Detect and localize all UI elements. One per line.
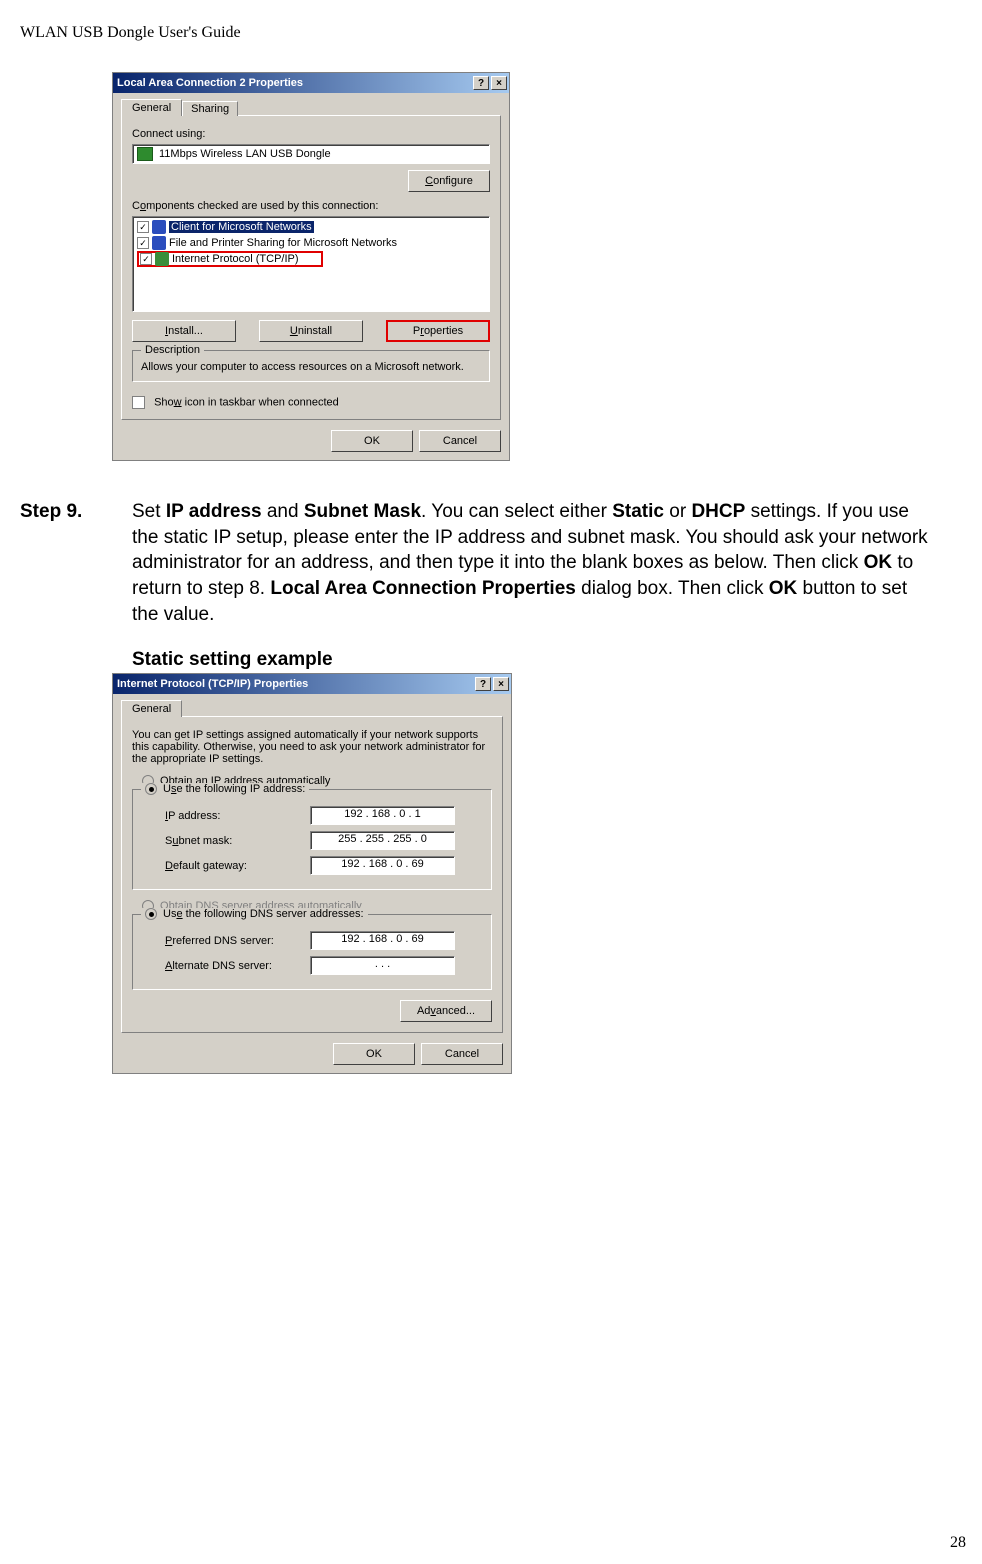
pref-dns-input[interactable]: 192 . 168 . 0 . 69 bbox=[310, 931, 455, 950]
tabs: General bbox=[121, 700, 503, 717]
cancel-button[interactable]: Cancel bbox=[419, 430, 501, 452]
component-item-tcpip[interactable]: ✓ Internet Protocol (TCP/IP) bbox=[137, 251, 323, 267]
checkbox-icon[interactable]: ✓ bbox=[137, 237, 149, 249]
connect-using-label: Connect using: bbox=[132, 128, 490, 140]
titlebar: Internet Protocol (TCP/IP) Properties ? … bbox=[113, 674, 511, 694]
properties-button[interactable]: Properties bbox=[386, 320, 490, 342]
gateway-label: Default gateway: bbox=[165, 860, 310, 872]
cancel-button[interactable]: Cancel bbox=[421, 1043, 503, 1065]
ip-address-label: IP address: bbox=[165, 810, 310, 822]
pref-dns-label: Preferred DNS server: bbox=[165, 935, 310, 947]
screenshot-2: Internet Protocol (TCP/IP) Properties ? … bbox=[112, 673, 962, 1074]
nic-icon bbox=[137, 147, 153, 161]
description-fieldset: Description Allows your computer to acce… bbox=[132, 350, 490, 382]
use-ip-radio[interactable]: Use the following IP address: bbox=[141, 783, 309, 795]
description-text: Allows your computer to access resources… bbox=[141, 361, 481, 373]
client-icon bbox=[152, 220, 166, 234]
component-label: Client for Microsoft Networks bbox=[169, 221, 314, 233]
components-list[interactable]: ✓ Client for Microsoft Networks ✓ File a… bbox=[132, 216, 490, 312]
screenshot-1: Local Area Connection 2 Properties ? × G… bbox=[112, 72, 962, 461]
configure-button[interactable]: Configure bbox=[408, 170, 490, 192]
alt-dns-label: Alternate DNS server: bbox=[165, 960, 310, 972]
tab-general[interactable]: General bbox=[121, 700, 182, 717]
tab-general[interactable]: General bbox=[121, 99, 182, 116]
description-legend: Description bbox=[141, 344, 204, 356]
component-label: File and Printer Sharing for Microsoft N… bbox=[169, 237, 397, 249]
intro-text: You can get IP settings assigned automat… bbox=[132, 729, 492, 765]
tab-sharing[interactable]: Sharing bbox=[182, 101, 238, 116]
ok-button[interactable]: OK bbox=[333, 1043, 415, 1065]
step-label: Step 9. bbox=[20, 499, 132, 627]
protocol-icon bbox=[155, 252, 169, 266]
help-button[interactable]: ? bbox=[475, 677, 491, 691]
checkbox-icon[interactable]: ✓ bbox=[140, 253, 152, 265]
help-button[interactable]: ? bbox=[473, 76, 489, 90]
component-item-client[interactable]: ✓ Client for Microsoft Networks bbox=[137, 219, 485, 235]
checkbox-icon[interactable]: ✓ bbox=[137, 221, 149, 233]
components-label: Components checked are used by this conn… bbox=[132, 200, 490, 212]
ip-address-input[interactable]: 192 . 168 . 0 . 1 bbox=[310, 806, 455, 825]
show-icon-checkbox[interactable] bbox=[132, 396, 145, 409]
local-area-connection-dialog: Local Area Connection 2 Properties ? × G… bbox=[112, 72, 510, 461]
install-button[interactable]: Install... bbox=[132, 320, 236, 342]
dialog-title: Local Area Connection 2 Properties bbox=[117, 77, 471, 89]
tcpip-properties-dialog: Internet Protocol (TCP/IP) Properties ? … bbox=[112, 673, 512, 1074]
step-9-block: Step 9. Set IP address and Subnet Mask. … bbox=[20, 499, 932, 627]
subnet-label: Subnet mask: bbox=[165, 835, 310, 847]
uninstall-button[interactable]: Uninstall bbox=[259, 320, 363, 342]
page-header: WLAN USB Dongle User's Guide bbox=[20, 24, 962, 42]
advanced-button[interactable]: Advanced... bbox=[400, 1000, 492, 1022]
static-heading: Static setting example bbox=[132, 649, 962, 671]
subnet-input[interactable]: 255 . 255 . 255 . 0 bbox=[310, 831, 455, 850]
component-label: Internet Protocol (TCP/IP) bbox=[172, 253, 299, 265]
page-number: 28 bbox=[950, 1534, 966, 1552]
show-icon-label: Show icon in taskbar when connected bbox=[154, 396, 339, 408]
gateway-input[interactable]: 192 . 168 . 0 . 69 bbox=[310, 856, 455, 875]
titlebar: Local Area Connection 2 Properties ? × bbox=[113, 73, 509, 93]
close-button[interactable]: × bbox=[493, 677, 509, 691]
use-dns-radio[interactable]: Use the following DNS server addresses: bbox=[141, 908, 368, 920]
device-field[interactable]: 11Mbps Wireless LAN USB Dongle bbox=[132, 144, 490, 164]
ok-button[interactable]: OK bbox=[331, 430, 413, 452]
component-item-fileprint[interactable]: ✓ File and Printer Sharing for Microsoft… bbox=[137, 235, 485, 251]
tabs: General Sharing bbox=[121, 99, 501, 116]
dialog-title: Internet Protocol (TCP/IP) Properties bbox=[117, 678, 473, 690]
close-button[interactable]: × bbox=[491, 76, 507, 90]
alt-dns-input[interactable]: . . . bbox=[310, 956, 455, 975]
step-text: Set IP address and Subnet Mask. You can … bbox=[132, 499, 932, 627]
device-name: 11Mbps Wireless LAN USB Dongle bbox=[159, 148, 331, 160]
fileprint-icon bbox=[152, 236, 166, 250]
